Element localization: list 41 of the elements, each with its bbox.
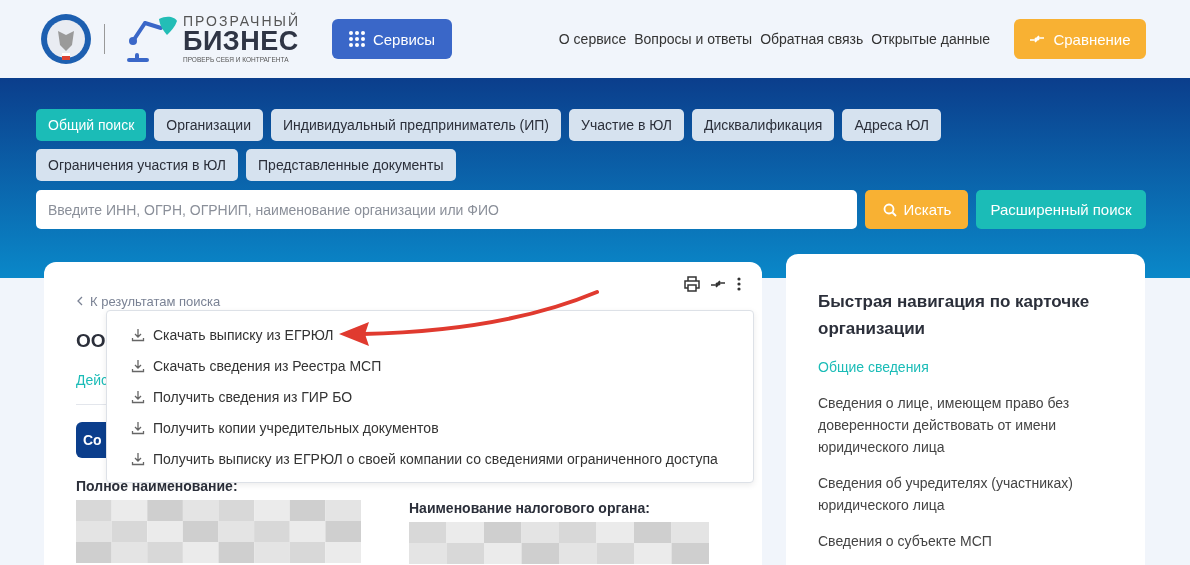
grid-icon xyxy=(348,31,365,47)
search-tab[interactable]: Адреса ЮЛ xyxy=(842,109,941,141)
search-tab[interactable]: Дисквалификация xyxy=(691,109,835,141)
menu-item[interactable]: Скачать выписку из ЕГРЮЛ xyxy=(153,326,334,343)
more-icon[interactable] xyxy=(736,276,742,292)
navigation-link[interactable]: Сведения о субъекте МСП xyxy=(818,530,1113,552)
nav-link[interactable]: О сервисе xyxy=(558,31,627,47)
menu-item[interactable]: Получить копии учредительных документов xyxy=(153,419,439,436)
print-icon[interactable] xyxy=(684,276,700,292)
search-tab[interactable]: Представленные документы xyxy=(246,149,456,181)
navigation-link[interactable]: Сведения об учредителях (участниках) юридического лица xyxy=(818,472,1113,516)
download-icon xyxy=(131,327,145,342)
nav-link[interactable]: Открытые данные xyxy=(871,31,990,47)
back-link[interactable]: К результатам поиска xyxy=(90,293,221,309)
quick-navigation-title: Быстрая навигация по карточке организации xyxy=(818,291,1091,340)
services-button[interactable]: Сервисы xyxy=(332,19,452,59)
menu-item[interactable]: Получить сведения из ГИР БО xyxy=(153,388,353,405)
logo-tagline: ПРОЗРАЧНЫЙ xyxy=(183,14,300,29)
menu-item[interactable]: Скачать сведения из Реестра МСП xyxy=(153,357,382,374)
logo-title: БИЗНЕС xyxy=(183,28,300,56)
download-icon xyxy=(131,420,145,435)
organization-name: ОО xyxy=(76,330,106,352)
field-label: Наименование налогового органа: xyxy=(409,500,651,516)
download-icon xyxy=(131,358,145,373)
search-tab[interactable]: Индивидуальный предприниматель (ИП) xyxy=(270,109,561,141)
nav-link[interactable]: Обратная связь xyxy=(760,31,864,47)
emblem-icon xyxy=(40,13,92,65)
action-button[interactable]: Со xyxy=(76,422,106,458)
nav-link[interactable]: Вопросы и ответы xyxy=(634,31,753,47)
navigation-link[interactable]: Сведения о лице, имеющем право без доверенности действовать от имени юридического лица xyxy=(818,392,1113,458)
field-label: Полное наименование: xyxy=(76,478,239,494)
download-icon xyxy=(131,389,145,404)
status-text: Дейс xyxy=(76,372,109,388)
search-tab[interactable]: Участие в ЮЛ xyxy=(569,109,684,141)
search-tab[interactable]: Ограничения участия в ЮЛ xyxy=(36,149,239,181)
search-icon xyxy=(881,201,898,218)
menu-item[interactable]: Получить выписку из ЕГРЮЛ о своей компании со сведениями ограниченного доступа xyxy=(153,450,718,467)
download-icon xyxy=(131,451,145,466)
chevron-left-icon[interactable] xyxy=(76,296,84,306)
search-tab[interactable]: Организации xyxy=(154,109,263,141)
search-field[interactable]: Введите ИНН, ОГРН, ОГРНИП, наименование организации или ФИО xyxy=(36,190,857,229)
